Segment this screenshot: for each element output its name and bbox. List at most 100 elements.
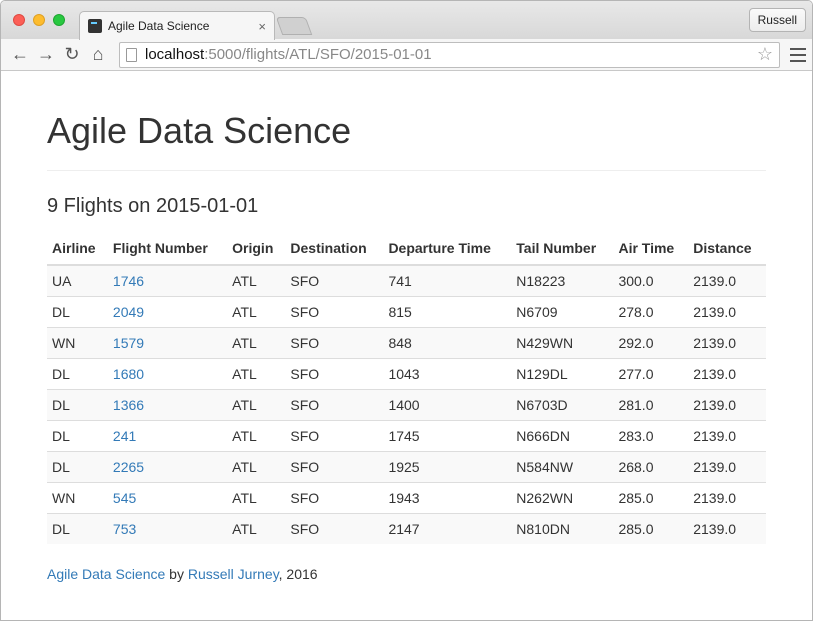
site-link[interactable]: Agile Data Science — [47, 566, 165, 582]
table-row: UA 1746 ATL SFO 741 N18223 300.0 2139.0 — [47, 264, 766, 297]
table-cell: WN — [47, 481, 108, 514]
table-cell: ATL — [227, 388, 286, 421]
table-cell: SFO — [285, 419, 384, 452]
flights-subtitle: 9 Flights on 2015-01-01 — [47, 194, 259, 217]
table-cell: 2139.0 — [688, 419, 766, 452]
table-cell: 283.0 — [613, 419, 689, 452]
author-link[interactable]: Russell Jurney — [188, 566, 279, 582]
table-cell: N129DL — [511, 357, 614, 390]
table-cell: SFO — [285, 481, 384, 514]
footer: Agile Data Science by Russell Jurney, 20… — [47, 566, 766, 582]
flight-number-link[interactable]: 1366 — [113, 397, 144, 413]
table-cell: 2139.0 — [688, 450, 766, 483]
table-cell: WN — [47, 326, 108, 359]
title-bar: Agile Data Science × Russell — [1, 1, 812, 40]
table-cell: 268.0 — [613, 450, 689, 483]
table-cell: 741 — [383, 264, 512, 297]
hamburger-menu-icon[interactable] — [790, 47, 806, 62]
flight-number-link[interactable]: 753 — [113, 521, 136, 537]
column-header: Distance — [688, 231, 766, 266]
reload-icon[interactable]: ↻ — [59, 43, 85, 67]
table-cell: 2049 — [107, 295, 228, 328]
tab-title: Agile Data Science — [108, 19, 210, 33]
new-tab-button[interactable] — [275, 17, 313, 35]
profile-button[interactable]: Russell — [748, 8, 806, 32]
table-cell: SFO — [285, 512, 384, 545]
table-cell: SFO — [285, 450, 384, 483]
table-cell: 285.0 — [613, 481, 689, 514]
flight-number-link[interactable]: 2265 — [113, 459, 144, 475]
table-cell: 277.0 — [613, 357, 689, 390]
tab-close-icon[interactable]: × — [258, 19, 266, 34]
table-cell: DL — [47, 419, 108, 452]
table-cell: N810DN — [511, 512, 614, 545]
table-cell: 285.0 — [613, 512, 689, 545]
back-arrow-icon[interactable]: ← — [7, 43, 33, 67]
table-cell: SFO — [285, 264, 384, 297]
close-window-icon[interactable] — [13, 14, 25, 26]
table-cell: 1400 — [383, 388, 512, 421]
flight-number-link[interactable]: 1579 — [113, 335, 144, 351]
table-cell: 1943 — [383, 481, 512, 514]
column-header: Tail Number — [511, 231, 614, 266]
footer-by-text: by — [165, 566, 188, 583]
forward-arrow-icon[interactable]: → — [33, 43, 59, 67]
table-cell: 1043 — [383, 357, 512, 390]
footer-year: , 2016 — [278, 566, 318, 583]
table-cell: 2265 — [107, 450, 228, 483]
table-cell: N429WN — [511, 326, 614, 359]
table-cell: N262WN — [511, 481, 614, 514]
table-cell: 1925 — [383, 450, 512, 483]
table-body: UA 1746 ATL SFO 741 N18223 300.0 2139.0 DL 2049 AT… — [47, 264, 766, 545]
table-cell: 281.0 — [613, 388, 689, 421]
column-header: Origin — [227, 231, 286, 266]
table-cell: 2139.0 — [688, 295, 766, 328]
flight-number-link[interactable]: 545 — [113, 490, 136, 506]
bookmark-star-icon[interactable]: ☆ — [757, 44, 773, 65]
table-cell: ATL — [227, 419, 286, 452]
table-cell: N6703D — [511, 388, 614, 421]
table-cell: DL — [47, 512, 108, 545]
column-header: Destination — [285, 231, 384, 266]
flight-number-link[interactable]: 1746 — [113, 273, 144, 289]
table-cell: ATL — [227, 326, 286, 359]
table-cell: 2139.0 — [688, 264, 766, 297]
table-cell: DL — [47, 357, 108, 390]
browser-toolbar: ← → ↻ ⌂ localhost :5000/flights/ATL/SFO/… — [1, 39, 812, 71]
maximize-window-icon[interactable] — [53, 14, 65, 26]
table-row: WN 1579 ATL SFO 848 N429WN 292.0 2139.0 — [47, 326, 766, 359]
table-cell: UA — [47, 264, 108, 297]
flight-number-link[interactable]: 241 — [113, 428, 136, 444]
home-icon[interactable]: ⌂ — [85, 43, 111, 67]
table-cell: DL — [47, 295, 108, 328]
table-cell: DL — [47, 388, 108, 421]
table-row: DL 241 ATL SFO 1745 N666DN 283.0 2139.0 — [47, 419, 766, 452]
table-row: DL 1680 ATL SFO 1043 N129DL 277.0 2139.0 — [47, 357, 766, 390]
url-host: localhost — [145, 46, 205, 63]
table-cell: SFO — [285, 326, 384, 359]
table-cell: ATL — [227, 357, 286, 390]
flight-number-link[interactable]: 1680 — [113, 366, 144, 382]
table-cell: ATL — [227, 295, 286, 328]
minimize-window-icon[interactable] — [33, 14, 45, 26]
table-cell: SFO — [285, 295, 384, 328]
table-cell: 2139.0 — [688, 326, 766, 359]
table-cell: ATL — [227, 512, 286, 545]
terminal-favicon-icon — [88, 19, 102, 33]
table-cell: N6709 — [511, 295, 614, 328]
table-row: WN 545 ATL SFO 1943 N262WN 285.0 2139.0 — [47, 481, 766, 514]
table-row: DL 1366 ATL SFO 1400 N6703D 281.0 2139.0 — [47, 388, 766, 421]
table-cell: 545 — [107, 481, 228, 514]
table-cell: 300.0 — [613, 264, 689, 297]
table-cell: 753 — [107, 512, 228, 545]
table-cell: 2139.0 — [688, 357, 766, 390]
table-cell: 848 — [383, 326, 512, 359]
address-bar[interactable]: localhost :5000/flights/ATL/SFO/2015-01-… — [119, 41, 780, 68]
browser-tab[interactable]: Agile Data Science × — [79, 11, 275, 40]
table-cell: 1366 — [107, 388, 228, 421]
table-cell: 2147 — [383, 512, 512, 545]
window-controls — [13, 14, 65, 26]
flight-number-link[interactable]: 2049 — [113, 304, 144, 320]
table-cell: N666DN — [511, 419, 614, 452]
table-cell: 1579 — [107, 326, 228, 359]
